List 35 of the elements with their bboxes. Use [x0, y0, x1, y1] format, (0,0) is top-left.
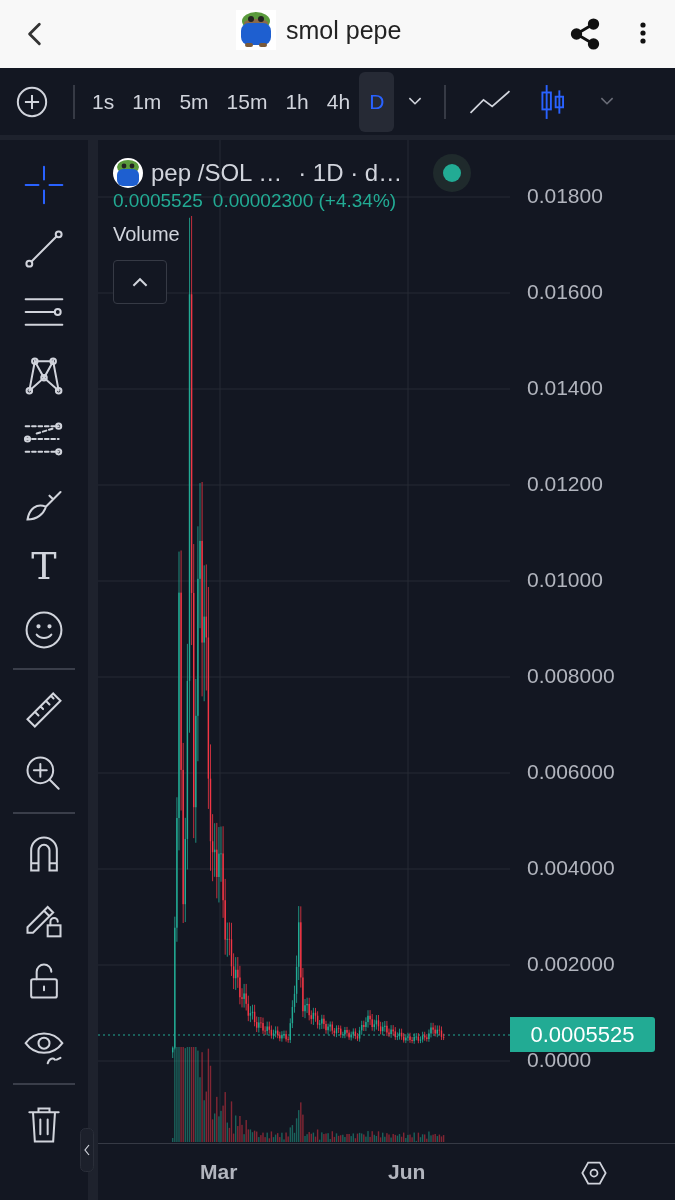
interval-tab[interactable]: 1m — [123, 71, 171, 132]
interval-tab[interactable]: 5m — [170, 71, 218, 132]
caret-icon — [131, 276, 149, 288]
line-chart-icon[interactable] — [468, 88, 513, 115]
price-tick: 0.006000 — [527, 760, 615, 784]
page-title: smol pepe — [286, 15, 402, 45]
collapse-tab-icon[interactable] — [80, 1128, 94, 1172]
price-tick: 0.002000 — [527, 952, 615, 976]
current-price-label: 0.0005525 — [510, 1017, 655, 1052]
price-tick: 0.01200 — [527, 472, 603, 496]
symbol-label[interactable]: pep /SOL … — [151, 159, 283, 187]
text-tool[interactable]: T — [31, 544, 57, 588]
time-label: Jun — [388, 1160, 426, 1184]
last-price: 0.0005525 — [113, 190, 203, 212]
interval-label: · 1D · d… — [298, 159, 403, 187]
candles-icon[interactable] — [540, 83, 567, 120]
crosshair-icon[interactable] — [22, 163, 66, 207]
interval-tab[interactable]: 4h — [317, 71, 360, 132]
share-icon[interactable] — [568, 17, 602, 51]
price-tick: 0.004000 — [527, 856, 615, 880]
interval-tab[interactable]: 1h — [276, 71, 318, 132]
time-label: Mar — [200, 1160, 238, 1184]
price-tick: 0.01600 — [527, 280, 603, 304]
price-tick: 0.008000 — [527, 664, 615, 688]
interval-tab[interactable]: 1s — [83, 71, 124, 132]
settings-icon[interactable] — [580, 1159, 608, 1187]
price-tick: 0.01800 — [527, 184, 603, 208]
volume-label: Volume — [113, 223, 181, 246]
more-icon[interactable] — [639, 19, 647, 47]
status-dot[interactable] — [432, 153, 473, 193]
add-icon[interactable] — [15, 84, 49, 119]
price-change: 0.00002300 (+4.34%) — [212, 190, 397, 212]
interval-tab[interactable]: 15m — [217, 71, 277, 132]
price-tick: 0.01400 — [527, 376, 603, 400]
price-tick: 0.01000 — [527, 568, 603, 592]
